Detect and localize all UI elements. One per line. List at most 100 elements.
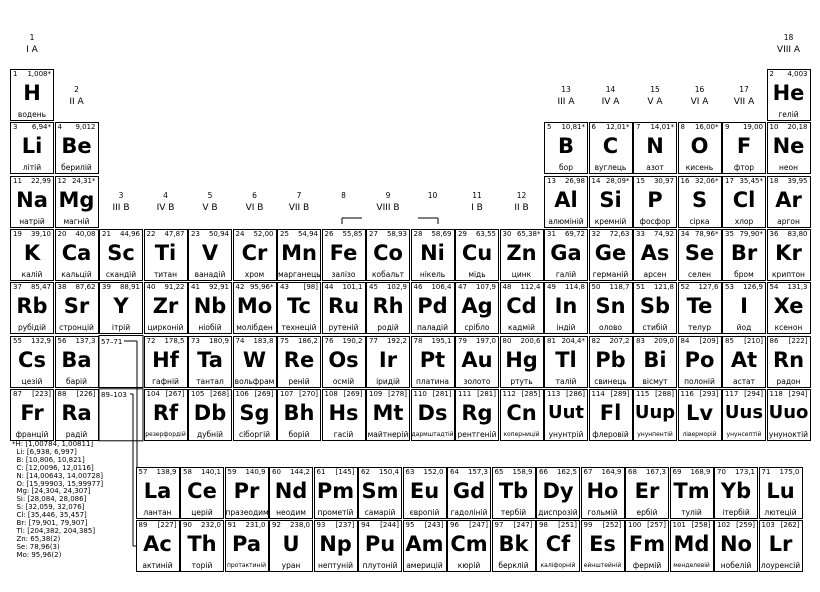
element-symbol: Pu — [364, 532, 396, 556]
atomic-number: 64 — [450, 468, 459, 476]
atomic-mass: 102,9 — [386, 283, 407, 292]
element-name: вісмут — [642, 376, 668, 386]
atomic-mass: 173,1 — [734, 468, 755, 476]
atomic-number: 23 — [191, 229, 200, 238]
element-symbol: Bh — [283, 400, 315, 425]
element-symbol: In — [554, 294, 578, 319]
element-cell-pt: 78 195,1 Pt платина — [410, 335, 455, 388]
element-name: францій — [15, 429, 49, 439]
element-symbol: Pr — [233, 479, 260, 503]
element-name: каліфорній — [540, 562, 576, 569]
atomic-number: 54 — [769, 283, 779, 292]
element-symbol: Ds — [417, 400, 448, 425]
element-cell-ds: 110 [281] Ds дармштадтій — [410, 388, 455, 441]
atomic-number: 110 — [413, 389, 427, 398]
element-symbol: Rg — [461, 400, 493, 425]
element-cell-sc: 21 44,96 Sc скандій — [99, 228, 143, 281]
element-name: тантал — [196, 376, 224, 386]
atomic-number: 95 — [405, 521, 415, 529]
element-name: протактиній — [226, 562, 267, 569]
element-cell-fl: 114 [289] Fl флеровій — [588, 388, 633, 441]
atomic-mass: [269] — [343, 389, 363, 398]
group-label-15: V A — [647, 97, 663, 107]
element-name: золото — [463, 376, 491, 386]
atomic-number: 85 — [725, 336, 734, 345]
atomic-number: 94 — [361, 521, 370, 529]
atomic-number: 103 — [761, 521, 775, 529]
element-cell-yb: 70 173,1 Yb ітербій — [714, 467, 758, 519]
atomic-number: 43 — [280, 283, 289, 292]
element-cell-sr: 38 87,62 Sr стронцій — [54, 282, 99, 335]
element-name: берилій — [61, 163, 92, 173]
element-cell-si: 14 28,09* Si кремній — [588, 175, 633, 228]
element-symbol: Ti — [154, 240, 177, 265]
element-cell-zn: 30 65,38* Zn цинк — [499, 228, 544, 281]
element-cell-ni: 28 58,69 Ni нікель — [410, 228, 455, 281]
atomic-number: 30 — [502, 229, 512, 238]
element-cell-pb: 82 207,2 Pb свинець — [588, 335, 633, 388]
atomic-mass: 127,6 — [698, 283, 719, 292]
element-cell-te: 52 127,6 Te телур — [677, 282, 722, 335]
element-symbol: Gd — [452, 479, 486, 503]
element-symbol: Np — [319, 532, 352, 556]
element-cell-zr: 40 91,22 Zr цирконій — [143, 282, 188, 335]
element-symbol: Cf — [545, 532, 571, 556]
element-cell-ge: 32 72,63 Ge германій — [588, 228, 633, 281]
element-cell-tc: 43 [98] Tc технецій — [277, 282, 321, 335]
element-name: неон — [778, 163, 798, 173]
atomic-number: 22 — [146, 229, 156, 238]
element-cell-cl: 17 35,45* Cl хлор — [722, 175, 766, 228]
atomic-mass: 16,00* — [694, 123, 719, 132]
atomic-mass: [259] — [736, 521, 755, 529]
atomic-mass: 4,003 — [787, 70, 808, 78]
element-name: гелій — [778, 110, 799, 119]
atomic-number: 13 — [547, 176, 556, 185]
element-name: радон — [776, 376, 801, 386]
element-symbol: Fe — [329, 240, 358, 265]
group-label-4: IV B — [156, 203, 175, 213]
element-symbol: La — [143, 479, 172, 503]
element-symbol: Hs — [328, 400, 359, 425]
atomic-number: 28 — [413, 229, 423, 238]
element-name: рубідій — [17, 323, 47, 333]
element-name: алюміній — [548, 216, 584, 226]
element-symbol: Bi — [643, 347, 667, 372]
atomic-mass: 87,62 — [75, 283, 96, 292]
element-cell-fr: 87 [223] Fr францій — [10, 388, 54, 441]
element-cell-sn: 50 118,7 Sn олово — [588, 282, 633, 335]
element-cell-no: 102 [259] No нобелій — [714, 520, 758, 572]
atomic-number: 15 — [636, 176, 645, 185]
group-number-2: 2 — [74, 85, 79, 94]
atomic-mass: 106,4 — [431, 283, 452, 292]
element-cell-gd: 64 157,3 Gd гадоліній — [447, 467, 491, 519]
element-name: германій — [592, 269, 629, 279]
element-cell-nd: 60 144,2 Nd неодим — [269, 467, 313, 519]
element-symbol: Cm — [450, 532, 488, 556]
atomic-mass: 101,1 — [342, 283, 363, 292]
atomic-number: 38 — [57, 283, 67, 292]
atomic-number: 89 — [138, 521, 148, 529]
element-symbol: Rb — [16, 294, 48, 319]
atomic-mass: [286] — [566, 389, 585, 398]
element-symbol: O — [690, 134, 709, 159]
atomic-number: 19 — [13, 229, 22, 238]
element-name: йод — [736, 323, 752, 333]
element-symbol: Pd — [417, 294, 448, 319]
element-name: кремній — [594, 216, 627, 226]
element-name: ртуть — [510, 376, 533, 386]
atomic-mass: [244] — [380, 521, 399, 529]
atomic-mass: [247] — [513, 521, 533, 529]
element-cell-ac: 89 [227] Ac актиній — [135, 520, 180, 572]
element-symbol: Er — [634, 479, 660, 503]
atomic-number: 102 — [717, 521, 731, 529]
element-cell-hs: 108 [269] Hs гасій — [321, 388, 366, 441]
element-cell-f: 9 19,00 Fфтор — [722, 122, 766, 175]
atomic-mass: 197,0 — [475, 336, 496, 345]
element-name: калій — [21, 269, 43, 279]
element-name: неодим — [276, 508, 306, 517]
element-cell-bi: 83 209,0 Bi вісмут — [633, 335, 677, 388]
element-cell-rb: 37 85,47 Rb рубідій — [10, 282, 54, 335]
element-name: іридій — [376, 376, 400, 386]
element-symbol: Eu — [409, 479, 440, 503]
element-cell-ga: 31 69,72 Ga галій — [544, 228, 588, 281]
